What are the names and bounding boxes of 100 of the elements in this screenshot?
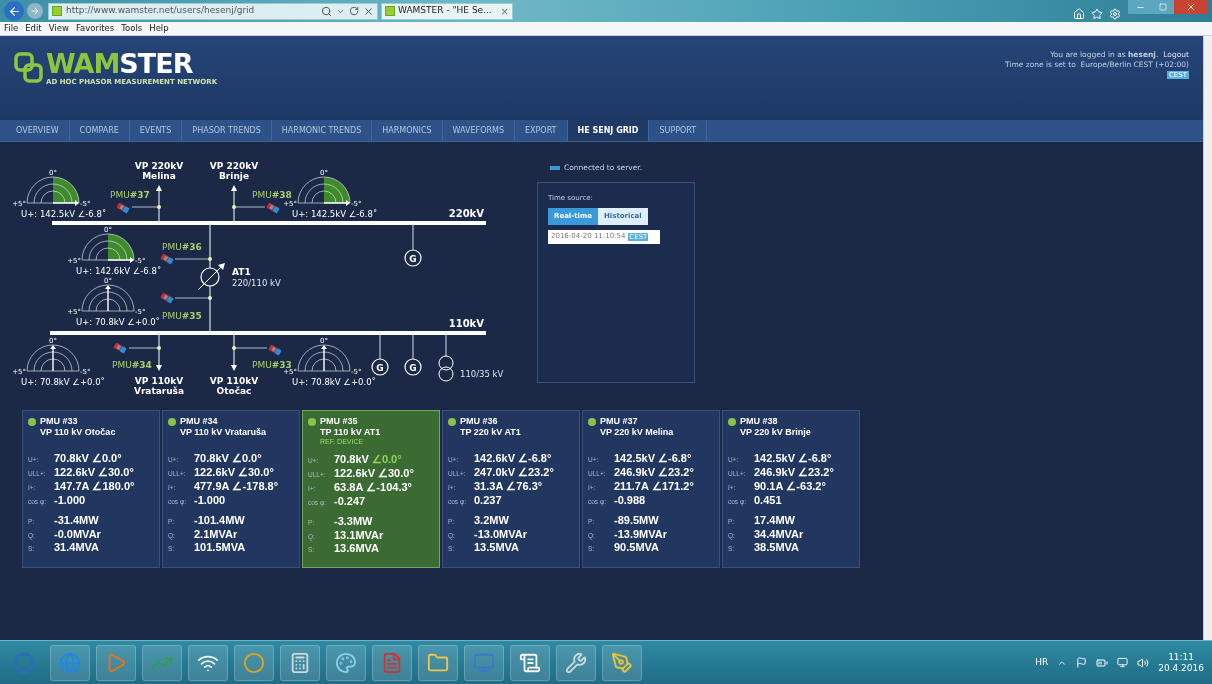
- menu-item[interactable]: Tools: [121, 22, 143, 35]
- pmu-device-icon: [160, 253, 174, 265]
- nav-tab[interactable]: PHASOR TRENDS: [182, 120, 272, 141]
- menu-item[interactable]: Edit: [25, 22, 42, 35]
- nav-tab[interactable]: OVERVIEW: [6, 120, 70, 141]
- phase-angle: ∠-6.8°: [658, 451, 692, 466]
- tab-close-button[interactable]: ×: [500, 3, 509, 19]
- url-text: http://www.wamster.net/users/hesenj/grid: [66, 4, 255, 18]
- taskbar-button[interactable]: [234, 644, 274, 681]
- pmu-location: VP 220 kV Melina: [600, 427, 674, 438]
- phase-angle: ∠23.2°: [798, 465, 834, 480]
- measurement-value: 31.3A: [474, 479, 504, 494]
- volume-icon[interactable]: [1137, 656, 1150, 669]
- pmu-location: TP 110 kV AT1: [320, 427, 381, 438]
- measurement-value: 246.9kV: [614, 465, 655, 480]
- taskbar-button[interactable]: [510, 644, 550, 681]
- measurement-value: -1.000: [54, 493, 86, 508]
- feeder-label: VP 110kV: [209, 376, 259, 386]
- phase-angle: ∠180.0°: [92, 479, 135, 494]
- voltage-reading: U+: 142.5kV ∠-6.8˚: [21, 209, 107, 219]
- measurement-value: 13.5MVA: [474, 540, 520, 555]
- feeder-label: VP 220kV: [209, 161, 259, 171]
- taskbar-button[interactable]: [188, 644, 228, 681]
- close-icon[interactable]: [363, 5, 374, 17]
- monitor-icon[interactable]: [1117, 657, 1129, 668]
- measurement-value: 90.5MVA: [614, 540, 660, 555]
- language-indicator[interactable]: HR: [1035, 655, 1049, 670]
- measurement-value: 17.4MW: [754, 513, 795, 528]
- favorites-icon[interactable]: [1091, 8, 1103, 20]
- measurement-value: 63.8A: [334, 480, 364, 495]
- junction-dot: [157, 205, 161, 209]
- measurement-value: -3.3MW: [334, 514, 373, 529]
- taskbar-button[interactable]: [326, 644, 366, 681]
- nav-tab[interactable]: EXPORT: [514, 120, 568, 141]
- angle-gauge-drawing: [297, 176, 351, 204]
- nav-tab[interactable]: SUPPORT: [649, 120, 708, 141]
- measurement-value: 142.6kV: [474, 451, 515, 466]
- menu-item[interactable]: View: [48, 22, 69, 35]
- gauge-needle: [107, 257, 134, 263]
- nav-tab[interactable]: HARMONIC TRENDS: [271, 120, 373, 141]
- measurement-value: -0.247: [334, 494, 366, 509]
- menu-item[interactable]: Favorites: [75, 22, 115, 35]
- taskbar-button[interactable]: [556, 644, 596, 681]
- taskbar-button[interactable]: [418, 644, 458, 681]
- measurement-value: 101.5MVA: [194, 540, 246, 555]
- measurement-value: 70.8kV: [54, 451, 89, 466]
- menu-item[interactable]: File: [4, 22, 19, 35]
- back-button[interactable]: [4, 1, 24, 21]
- scroll-icon: [519, 651, 541, 674]
- flag-icon[interactable]: [1076, 657, 1088, 668]
- nav-tab[interactable]: EVENTS: [129, 120, 183, 141]
- voltage-reading: U+: 70.8kV ∠+0.0˚: [21, 377, 105, 387]
- pmu-label: PMU#34: [112, 360, 152, 371]
- taskbar-button[interactable]: [372, 644, 412, 681]
- pmu-label: PMU#37: [110, 190, 150, 201]
- logo-wordmark: WAMSTER: [46, 50, 193, 78]
- generator-symbol: [404, 249, 422, 267]
- menu-item[interactable]: Help: [149, 22, 169, 35]
- monitor-icon: [473, 651, 495, 674]
- pmu-title: PMU #34: [180, 416, 219, 427]
- connection-status-icon: [550, 166, 560, 170]
- pmu-title: PMU #38: [740, 416, 779, 427]
- clock-time[interactable]: 11:11: [1168, 651, 1195, 663]
- taskbar-button[interactable]: [142, 644, 182, 681]
- pmu-device-icon: [160, 292, 174, 304]
- nav-tab[interactable]: COMPARE: [69, 120, 130, 141]
- forward-button[interactable]: [27, 3, 43, 19]
- nav-tab[interactable]: HE SENJ GRID: [567, 120, 650, 141]
- phase-angle: ∠30.0°: [238, 465, 274, 480]
- search-icon[interactable]: [321, 5, 332, 17]
- settings-icon[interactable]: [1109, 8, 1121, 20]
- nav-tab[interactable]: WAVEFORMS: [442, 120, 515, 141]
- nav-tab[interactable]: HARMONICS: [372, 120, 443, 141]
- refresh-icon[interactable]: [349, 6, 359, 16]
- connection-line: [233, 206, 266, 208]
- pmu-label: PMU#38: [252, 190, 292, 201]
- clock-date[interactable]: 20.4.2016: [1158, 662, 1204, 674]
- document-icon: [381, 651, 403, 674]
- address-field[interactable]: http://www.wamster.net/users/hesenj/grid: [48, 2, 378, 20]
- close-button[interactable]: [1174, 0, 1208, 14]
- taskbar-button[interactable]: [602, 644, 642, 681]
- taskbar-button[interactable]: [96, 644, 136, 681]
- taskbar-button[interactable]: [464, 644, 504, 681]
- connection-line: [174, 258, 211, 260]
- pmu-location: VP 110 kV Vrataruša: [180, 427, 266, 438]
- measurement-value: 142.5kV: [614, 451, 655, 466]
- pmu-title: PMU #33: [40, 416, 79, 427]
- maximize-icon: [1159, 3, 1167, 11]
- scrollbar[interactable]: [1203, 36, 1212, 640]
- pmu-title: PMU #37: [600, 416, 639, 427]
- home-icon[interactable]: [1073, 8, 1085, 20]
- junction-dot: [232, 346, 236, 350]
- taskbar-button[interactable]: [50, 644, 90, 681]
- browser-tab[interactable]: WAMSTER - "HE Se... ×: [381, 2, 513, 20]
- pmu-location: VP 110 kV Otočac: [40, 427, 116, 438]
- pmu-device-icon: [268, 344, 282, 356]
- palette-icon: [335, 651, 357, 674]
- taskbar-button[interactable]: [280, 644, 320, 681]
- battery-icon[interactable]: [1096, 656, 1109, 669]
- voltage-reading: U+: 70.8kV ∠+0.0˚: [292, 377, 376, 387]
